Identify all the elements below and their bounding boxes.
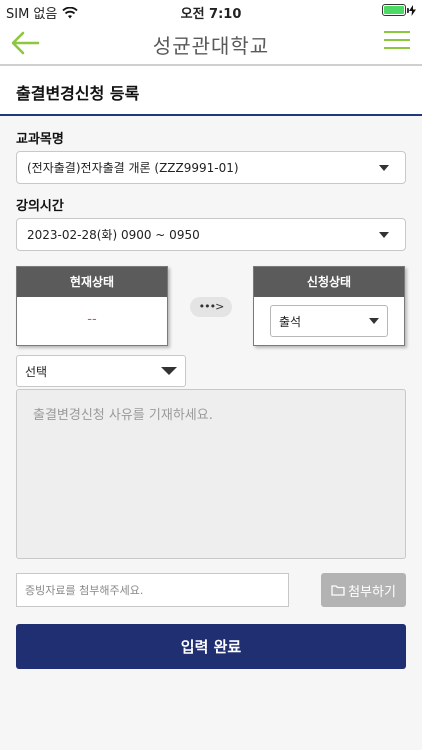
folder-icon: [331, 585, 345, 596]
course-select[interactable]: (전자출결)전자출결 개론 (ZZZ9991-01): [16, 151, 406, 184]
lecture-time-value: 2023-02-28(화) 0900 ~ 0950: [27, 228, 200, 242]
status-right: [382, 4, 416, 16]
status-time: 오전 7:10: [180, 7, 242, 22]
chevron-down-icon: [379, 232, 389, 238]
reason-textarea[interactable]: 출결변경신청 사유를 기재하세요.: [16, 389, 406, 559]
current-status-value: --: [87, 312, 97, 327]
request-status-box: 신청상태 출석: [253, 266, 405, 346]
request-status-value: 출석: [279, 314, 302, 329]
lecture-time-label: 강의시간: [16, 199, 64, 214]
lecture-time-select[interactable]: 2023-02-28(화) 0900 ~ 0950: [16, 218, 406, 251]
attach-button-label: 첨부하기: [348, 584, 396, 600]
request-status-label: 신청상태: [254, 267, 404, 297]
nav-title: 성균관대학교: [152, 34, 270, 58]
request-status-select[interactable]: 출석: [270, 305, 388, 337]
arrow-right-icon: •••>: [190, 297, 232, 317]
course-label: 교과목명: [16, 132, 64, 147]
chevron-down-icon: [379, 165, 389, 171]
page-title: 출결변경신청 등록: [16, 84, 140, 103]
hamburger-icon[interactable]: [384, 31, 410, 53]
battery-icon: [382, 4, 409, 16]
attachment-input[interactable]: 증빙자료를 첨부해주세요.: [16, 573, 289, 607]
course-value: (전자출결)전자출결 개론 (ZZZ9991-01): [27, 161, 239, 175]
reason-type-select[interactable]: 선택: [16, 355, 186, 387]
submit-button[interactable]: 입력 완료: [16, 624, 406, 669]
nav-bar: 성균관대학교: [0, 22, 422, 66]
attach-button[interactable]: 첨부하기: [321, 573, 406, 607]
page-header: 출결변경신청 등록: [0, 66, 422, 116]
charging-icon: [409, 4, 416, 16]
chevron-down-icon: [161, 367, 177, 375]
reason-type-value: 선택: [25, 364, 48, 379]
current-status-label: 현재상태: [17, 267, 167, 297]
battery-fill: [384, 6, 404, 14]
chevron-down-icon: [369, 318, 379, 324]
current-status-box: 현재상태 --: [16, 266, 168, 346]
arrow-left-icon[interactable]: [10, 30, 40, 56]
status-bar: SIM 없음 오전 7:10: [0, 0, 422, 22]
